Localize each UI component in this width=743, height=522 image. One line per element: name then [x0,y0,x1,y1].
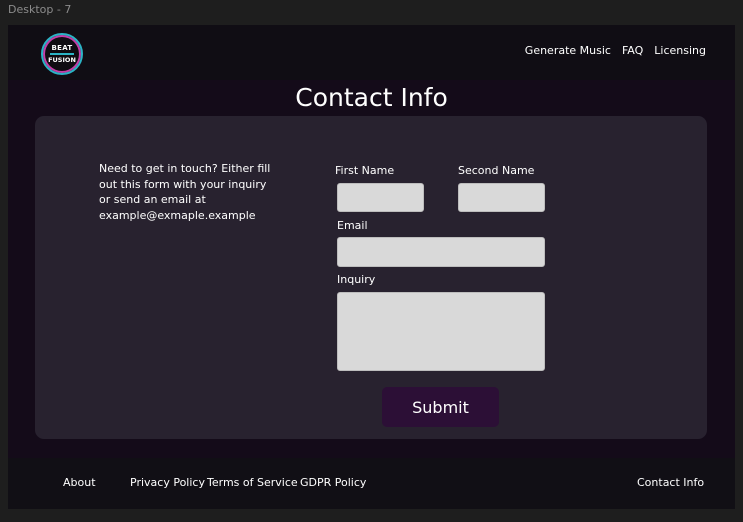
first-name-input[interactable] [337,183,424,212]
desktop-frame: BEAT FUSION Generate Music FAQ Licensing… [8,25,735,509]
logo-divider [50,53,74,55]
footer-link-privacy-policy[interactable]: Privacy Policy [130,476,205,489]
footer-link-gdpr-policy[interactable]: GDPR Policy [300,476,366,489]
nav-link-generate-music[interactable]: Generate Music [525,44,611,57]
top-navbar: BEAT FUSION Generate Music FAQ Licensing [8,25,735,80]
logo-text-fusion: FUSION [48,56,76,64]
footer-link-about[interactable]: About [63,476,96,489]
page-title: Contact Info [295,83,448,112]
first-name-label: First Name [335,164,395,177]
nav-links: Generate Music FAQ Licensing [525,44,706,57]
second-name-label: Second Name [458,164,535,177]
inquiry-label: Inquiry [337,273,376,286]
second-name-input[interactable] [458,183,545,212]
nav-link-licensing[interactable]: Licensing [654,44,706,57]
footer-link-contact-info[interactable]: Contact Info [637,476,704,489]
beat-fusion-logo[interactable]: BEAT FUSION [41,33,83,75]
logo-text-beat: BEAT [51,44,73,52]
nav-link-faq[interactable]: FAQ [622,44,643,57]
email-label: Email [337,219,368,232]
inquiry-textarea[interactable] [337,292,545,371]
footer: About Privacy Policy Terms of Service GD… [8,458,735,509]
frame-label: Desktop - 7 [8,3,72,16]
contact-card: Need to get in touch? Either fill out th… [35,116,707,439]
contact-intro-text: Need to get in touch? Either fill out th… [99,162,271,222]
footer-link-terms-of-service[interactable]: Terms of Service [207,476,298,489]
submit-button[interactable]: Submit [382,387,499,427]
email-input[interactable] [337,237,545,267]
